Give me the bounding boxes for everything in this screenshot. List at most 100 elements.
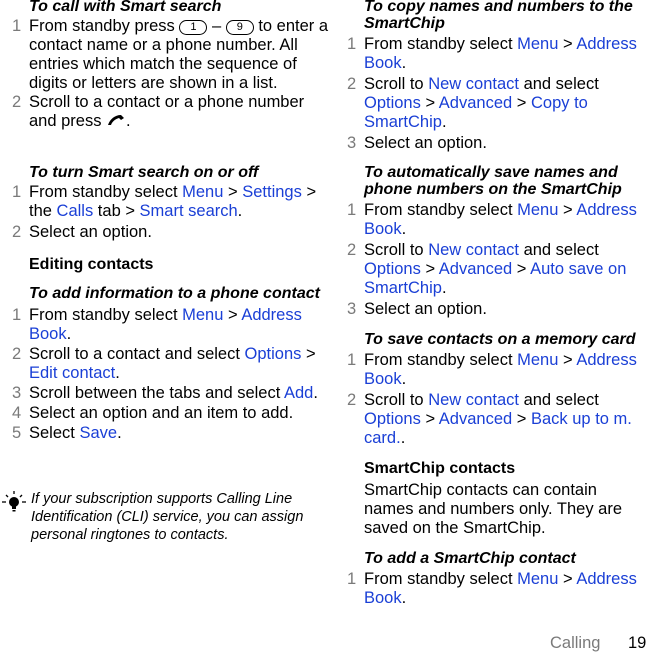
section-title: Editing contacts — [29, 256, 154, 273]
smart-search-link[interactable]: Smart search — [140, 202, 238, 220]
step-number: 1 — [12, 183, 22, 201]
heading: To call with Smart search — [29, 0, 222, 15]
options-link[interactable]: Options — [364, 260, 421, 278]
step-text: > — [558, 35, 577, 53]
key-1-icon: 1 — [179, 20, 208, 35]
section-add-info: To add information to a phone contact 1 … — [0, 285, 330, 443]
step-text: and select — [518, 241, 599, 259]
step-text: From standby select — [364, 570, 518, 588]
heading: To copy names and numbers to the SmartCh… — [364, 0, 633, 32]
step-number: 1 — [347, 201, 357, 219]
menu-link[interactable]: Menu — [517, 351, 558, 369]
options-link[interactable]: Options — [364, 94, 421, 112]
step-text: > — [558, 201, 577, 219]
step-text: > — [301, 345, 316, 363]
step: 2 Scroll to a contact and select Options… — [0, 345, 330, 383]
step-text: . — [401, 54, 407, 72]
step-text: Select an option and an item to add. — [29, 404, 294, 422]
section-title: SmartChip contacts — [364, 460, 516, 477]
step-text: . — [126, 112, 131, 130]
step-number: 1 — [12, 306, 22, 324]
step-number: 1 — [347, 570, 357, 588]
menu-link[interactable]: Menu — [517, 570, 558, 588]
step: 2 Scroll to a contact or a phone number … — [0, 93, 330, 131]
section-add-smartchip-contact: To add a SmartChip contact 1 From standb… — [335, 550, 649, 608]
section-smart-search-toggle: To turn Smart search on or off 1 From st… — [0, 164, 330, 242]
step-text: From standby select — [364, 201, 518, 219]
key-9-icon: 9 — [225, 20, 254, 35]
step-text: Select an option. — [364, 300, 487, 318]
heading: To automatically save names and phone nu… — [364, 164, 622, 198]
footer-section-title: Calling — [550, 634, 601, 652]
step-text: . — [66, 325, 72, 343]
step-number: 1 — [347, 35, 357, 53]
advanced-link[interactable]: Advanced — [439, 260, 512, 278]
step-number: 3 — [347, 134, 357, 152]
step-text: – — [207, 17, 226, 35]
step: 2 Select an option. — [0, 223, 330, 242]
settings-link[interactable]: Settings — [242, 183, 302, 201]
options-link[interactable]: Options — [245, 345, 302, 363]
step-number: 1 — [347, 351, 357, 369]
add-link[interactable]: Add — [284, 384, 313, 402]
step: 2 Scroll to New contact and select Optio… — [335, 75, 649, 132]
step: 1 From standby select Menu > Address Boo… — [335, 35, 649, 73]
step-number: 2 — [347, 75, 357, 93]
step-text: and select — [518, 75, 599, 93]
step-text: Scroll to — [364, 75, 429, 93]
step-text: Scroll to a contact and select — [29, 345, 245, 363]
advanced-link[interactable]: Advanced — [439, 94, 512, 112]
calls-link[interactable]: Calls — [57, 202, 94, 220]
page-number: 19 — [628, 634, 647, 652]
edit-contact-link[interactable]: Edit contact — [29, 364, 115, 382]
step-text: . — [401, 220, 407, 238]
step-text: > — [512, 260, 531, 278]
step-number: 2 — [347, 391, 357, 409]
step: 1 From standby select Menu > Address Boo… — [335, 570, 649, 608]
step-text: tab > — [93, 202, 140, 220]
step-number: 2 — [12, 93, 22, 111]
step-number: 4 — [12, 404, 22, 422]
step-text: > — [223, 183, 243, 201]
step-text: Select an option. — [29, 223, 152, 241]
heading: To turn Smart search on or off — [29, 164, 259, 181]
menu-link[interactable]: Menu — [182, 306, 223, 324]
lightbulb-icon — [2, 490, 26, 516]
step-text: . — [441, 113, 447, 131]
step-text: . — [313, 384, 318, 402]
heading: To save contacts on a memory card — [364, 331, 636, 348]
new-contact-link[interactable]: New contact — [428, 391, 519, 409]
menu-link[interactable]: Menu — [517, 35, 558, 53]
step: 3 Scroll between the tabs and select Add… — [0, 384, 330, 403]
advanced-link[interactable]: Advanced — [439, 410, 512, 428]
step-text: > — [420, 94, 439, 112]
step-text: > — [512, 410, 531, 428]
new-contact-link[interactable]: New contact — [428, 75, 519, 93]
step: 1 From standby press 1 – 9 to enter a co… — [0, 17, 330, 93]
tip-note: If your subscription supports Calling Li… — [0, 490, 330, 544]
options-link[interactable]: Options — [364, 410, 421, 428]
step: 1 From standby select Menu > Address Boo… — [0, 306, 330, 344]
save-link[interactable]: Save — [79, 424, 117, 442]
step-number: 1 — [12, 17, 22, 35]
step-text: > — [558, 570, 577, 588]
step: 1 From standby select Menu > Address Boo… — [335, 351, 649, 389]
menu-link[interactable]: Menu — [182, 183, 223, 201]
section-editing-contacts: Editing contacts — [0, 256, 330, 274]
step-text: From standby select — [364, 35, 518, 53]
step: 5 Select Save. — [0, 424, 330, 443]
menu-link[interactable]: Menu — [517, 201, 558, 219]
call-key-icon — [106, 112, 126, 131]
section-auto-save: To automatically save names and phone nu… — [335, 164, 649, 319]
step-text: . — [401, 589, 407, 607]
step-text: > — [512, 94, 531, 112]
heading: To add a SmartChip contact — [364, 550, 576, 567]
step: 3 Select an option. — [335, 300, 649, 319]
step-text: Scroll to a contact or a phone number an… — [29, 93, 305, 130]
step-text: and select — [518, 391, 599, 409]
step-text: > — [223, 306, 242, 324]
step: 2 Scroll to New contact and select Optio… — [335, 391, 649, 448]
step-text: . — [237, 202, 243, 220]
step-text: From standby select — [29, 306, 183, 324]
new-contact-link[interactable]: New contact — [428, 241, 519, 259]
